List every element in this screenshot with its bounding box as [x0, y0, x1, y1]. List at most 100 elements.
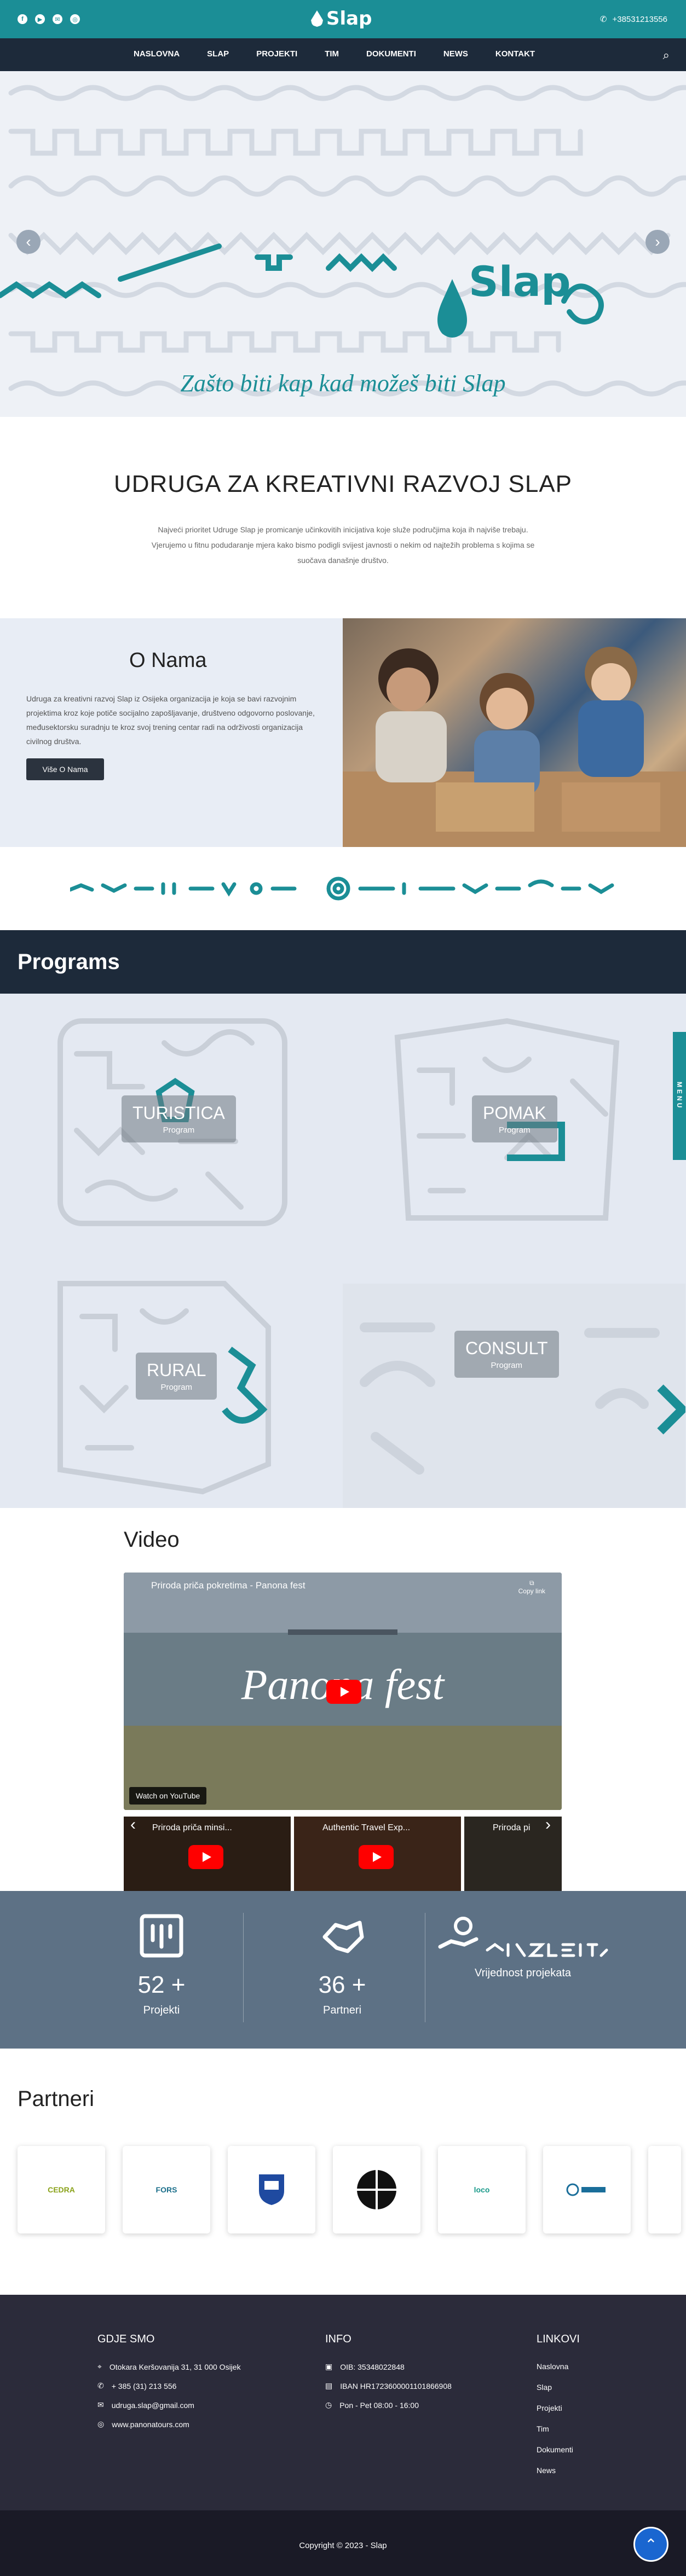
- footer-iban: IBAN HR1723600001101866908: [340, 2381, 452, 2391]
- footer-oib: OIB: 35348022848: [340, 2362, 405, 2371]
- hero-next-arrow[interactable]: ›: [645, 230, 670, 254]
- about-photo-illustration: [343, 647, 686, 847]
- about-title: O Nama: [129, 649, 207, 672]
- video-thumb[interactable]: Authentic Travel Exp...: [294, 1817, 461, 1899]
- partner-logo-loco[interactable]: loco: [438, 2146, 526, 2233]
- stat-label: Partneri: [322, 2004, 362, 2016]
- drop-icon: [311, 10, 323, 27]
- footer-link-dokumenti[interactable]: Dokumenti: [537, 2445, 580, 2454]
- youtube-icon[interactable]: ▶: [35, 14, 45, 24]
- watch-on-youtube[interactable]: Watch on YouTube: [129, 1787, 207, 1805]
- program-subtitle: Program: [160, 1383, 192, 1392]
- program-card-consult[interactable]: CONSULT Program: [343, 1251, 686, 1508]
- play-button[interactable]: [188, 1845, 223, 1869]
- nav-item-naslovna[interactable]: NASLOVNA: [134, 49, 180, 59]
- thumbs-next-arrow[interactable]: ›: [545, 1815, 551, 1834]
- logo-text: Slap: [326, 8, 372, 30]
- about-photo: [343, 618, 686, 847]
- video-player[interactable]: Priroda priča pokretima - Panona fest Pa…: [124, 1573, 562, 1810]
- clock-icon: ◷: [325, 2400, 332, 2409]
- play-button[interactable]: [359, 1845, 394, 1869]
- copyright-text: Copyright © 2023 - Slap: [299, 2541, 387, 2550]
- globe-icon[interactable]: ◎: [70, 14, 80, 24]
- facebook-icon[interactable]: f: [18, 14, 27, 24]
- bank-icon: ▤: [325, 2381, 333, 2390]
- program-card-turistica[interactable]: TURISTICA Program: [0, 994, 343, 1251]
- money-hand-icon: [438, 1917, 479, 1949]
- stat-projekti: 52 + Projekti: [71, 1913, 252, 2017]
- footer-col-links: LINKOVI Naslovna Slap Projekti Tim Dokum…: [537, 2333, 580, 2487]
- program-card-pomak[interactable]: POMAK Program: [343, 994, 685, 1251]
- stat-divider: [243, 1913, 244, 2022]
- crest-icon: [259, 2174, 284, 2205]
- program-title: TURISTICA: [132, 1103, 225, 1123]
- hero-logo: Slap: [469, 257, 570, 306]
- footer-col-info: INFO ▣ OIB: 35348022848 ▤ IBAN HR172360000…: [325, 2333, 452, 2420]
- partner-name: loco: [474, 2185, 490, 2194]
- partner-logo-black[interactable]: [333, 2146, 420, 2233]
- footer-website[interactable]: www.panonatours.com: [112, 2420, 189, 2429]
- footer-title: LINKOVI: [537, 2333, 580, 2345]
- footer-link-tim[interactable]: Tim: [537, 2424, 580, 2433]
- thumbs-prev-arrow[interactable]: ‹: [130, 1815, 136, 1834]
- footer-link-slap[interactable]: Slap: [537, 2383, 580, 2392]
- footer-link-naslovna[interactable]: Naslovna: [537, 2362, 580, 2371]
- footer-email[interactable]: udruga.slap@gmail.com: [112, 2401, 194, 2410]
- nav-item-projekti[interactable]: PROJEKTI: [256, 49, 297, 59]
- hero-prev-arrow[interactable]: ‹: [16, 230, 41, 254]
- mail-icon: ✉: [97, 2400, 104, 2409]
- program-title: RURAL: [147, 1360, 206, 1380]
- partner-logo-crest[interactable]: [228, 2146, 315, 2233]
- partner-logo-cedra[interactable]: CEDRA: [18, 2146, 105, 2233]
- footer-link-news[interactable]: News: [537, 2466, 580, 2475]
- intro-title: UDRUGA ZA KREATIVNI RAZVOJ SLAP: [113, 471, 573, 497]
- intro-section: UDRUGA ZA KREATIVNI RAZVOJ SLAP Najveći …: [0, 471, 686, 568]
- search-icon[interactable]: ⌕: [663, 48, 670, 62]
- location-icon: ⌖: [97, 2362, 102, 2371]
- thumb-title: Priroda priča minsi...: [152, 1823, 232, 1832]
- footer-title: GDJE SMO: [97, 2333, 155, 2345]
- video-section: Video Priroda priča pokretima - Panona f…: [0, 1508, 686, 1899]
- stat-partneri: 36 + Partneri: [252, 1913, 433, 2017]
- site-footer: GDJE SMO ⌖ Otokara Keršovanija 31, 31 000…: [0, 2295, 686, 2510]
- hero-logo-text: Slap: [469, 257, 571, 306]
- footer-phone[interactable]: + 385 (31) 213 556: [112, 2382, 177, 2391]
- copy-link[interactable]: ⧉ Copy link: [518, 1579, 545, 1595]
- footer-col-location: GDJE SMO ⌖ Otokara Keršovanija 31, 31 000…: [97, 2333, 241, 2439]
- mail-icon[interactable]: ✉: [53, 14, 62, 24]
- nav-item-kontakt[interactable]: KONTAKT: [495, 49, 535, 59]
- site-logo[interactable]: Slap: [311, 8, 372, 30]
- hero-pattern: [0, 85, 686, 397]
- copy-link-label: Copy link: [518, 1587, 545, 1595]
- globe-icon: ◎: [97, 2420, 105, 2428]
- program-subtitle: Program: [491, 1361, 523, 1370]
- play-button[interactable]: [326, 1680, 361, 1704]
- video-thumbnails: Priroda priča minsi... Authentic Travel …: [124, 1817, 562, 1899]
- partner-logo-globe[interactable]: [543, 2146, 631, 2233]
- programs-header: Programs: [0, 930, 686, 994]
- thumb-title: Authentic Travel Exp...: [322, 1823, 411, 1832]
- hero-slogan: Zašto biti kap kad možeš biti Slap: [180, 370, 506, 397]
- program-card-rural[interactable]: RURAL Program: [0, 1251, 343, 1508]
- phone-link[interactable]: ✆ +38531213556: [600, 14, 667, 25]
- partner-globe-logo: [566, 2183, 606, 2196]
- about-more-button[interactable]: Više O Nama: [26, 758, 104, 780]
- nav-item-tim[interactable]: TIM: [325, 49, 339, 59]
- partner-logo-partial[interactable]: [648, 2146, 681, 2233]
- nav-item-slap[interactable]: SLAP: [207, 49, 229, 59]
- partner-logo-fors[interactable]: FORS: [123, 2146, 210, 2233]
- stats-section: 52 + Projekti 36 + Partneri Vrijednost p…: [0, 1891, 686, 2049]
- stat-label: Projekti: [143, 2004, 180, 2016]
- copyright-bar: Copyright © 2023 - Slap: [0, 2510, 686, 2576]
- footer-link-projekti[interactable]: Projekti: [537, 2404, 580, 2412]
- partners-title: Partneri: [18, 2087, 95, 2111]
- stat-label: Vrijednost projekata: [474, 1967, 572, 1979]
- video-thumb[interactable]: Priroda priča minsi...: [124, 1817, 291, 1899]
- scroll-to-top-button[interactable]: ⌃: [633, 2527, 668, 2562]
- program-title: CONSULT: [465, 1338, 548, 1358]
- nav-item-dokumenti[interactable]: DOKUMENTI: [366, 49, 416, 59]
- projects-icon: [140, 1914, 183, 1958]
- stat-number: 52 +: [137, 1971, 186, 1998]
- nav-item-news[interactable]: NEWS: [443, 49, 468, 59]
- side-menu-tab[interactable]: MENU: [673, 1032, 686, 1160]
